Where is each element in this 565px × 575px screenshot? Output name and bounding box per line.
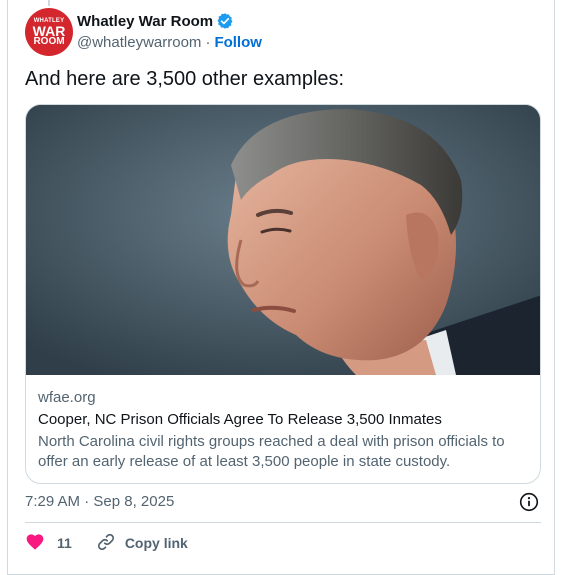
heart-icon [25, 532, 45, 555]
link-card-description: North Carolina civil rights groups reach… [38, 433, 505, 470]
info-icon[interactable] [519, 492, 539, 512]
verified-badge-icon [216, 12, 234, 30]
link-card-title: Cooper, NC Prison Officials Agree To Rel… [38, 411, 442, 428]
divider [25, 522, 541, 523]
follow-button[interactable]: Follow [214, 34, 262, 51]
like-button[interactable]: 11 [25, 532, 72, 555]
like-count: 11 [57, 535, 72, 551]
link-icon [96, 532, 116, 555]
timestamp-separator: · [84, 493, 90, 510]
action-row: 11 Copy link [25, 532, 188, 554]
author-name-row: Whatley War Room [77, 11, 234, 31]
link-preview-card[interactable]: wfae.org Cooper, NC Prison Officials Agr… [25, 104, 541, 484]
tweet-card: WHATLEY WAR ROOM Whatley War Room @whatl… [7, 0, 555, 575]
avatar[interactable]: WHATLEY WAR ROOM [25, 8, 73, 56]
copy-link-button[interactable]: Copy link [96, 532, 188, 555]
avatar-logo-text-bottom: ROOM [33, 35, 65, 47]
author-handle[interactable]: @whatleywarroom [77, 34, 201, 51]
tweet-date: Sep 8, 2025 [93, 493, 175, 510]
separator-dot: · [205, 33, 211, 51]
author-name[interactable]: Whatley War Room [77, 13, 213, 30]
thread-line [48, 0, 50, 6]
link-preview-image[interactable] [26, 105, 540, 375]
tweet-text: And here are 3,500 other examples: [25, 68, 345, 90]
tweet-time: 7:29 AM [25, 493, 81, 510]
link-card-domain: wfae.org [38, 389, 96, 406]
copy-link-label: Copy link [124, 535, 188, 551]
handle-row: @whatleywarroom · Follow [77, 33, 262, 51]
tweet-timestamp[interactable]: 7:29 AM · Sep 8, 2025 [25, 493, 174, 510]
